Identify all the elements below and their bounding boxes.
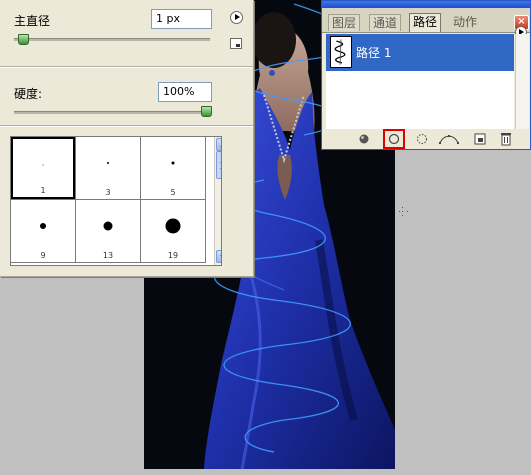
- hardness-field[interactable]: 100%: [158, 82, 212, 102]
- section-divider: [0, 66, 253, 68]
- delete-path-icon[interactable]: [498, 132, 514, 146]
- panel-menu-arrow-button[interactable]: [230, 11, 243, 24]
- scroll-up-button[interactable]: [216, 138, 221, 151]
- hardness-label: 硬度:: [14, 87, 43, 101]
- load-selection-icon[interactable]: [414, 132, 430, 146]
- master-diameter-field[interactable]: 1 px: [151, 9, 212, 29]
- path-list: 路径 1: [326, 34, 514, 129]
- new-path-icon[interactable]: [472, 132, 488, 146]
- brush-preset-3[interactable]: 3: [76, 137, 140, 199]
- diameter-slider-track[interactable]: [14, 38, 210, 41]
- brush-size-label: 5: [170, 188, 176, 197]
- master-diameter-label: 主直径: [14, 14, 51, 28]
- brush-tip-icon: [42, 164, 44, 166]
- reset-sample-size-icon[interactable]: [230, 38, 242, 49]
- palette-tab-strip: 图层 通道 路径 动作 ×: [322, 8, 530, 33]
- brush-preset-panel: 主直径 1 px 硬度: 100% 1 3 5 9 13 19: [0, 0, 254, 277]
- brush-preset-1[interactable]: 1: [11, 137, 75, 199]
- brush-tip-icon: [107, 162, 109, 164]
- paths-palette: 图层 通道 路径 动作 × 路径 1: [321, 0, 531, 150]
- brush-size-label: 1: [40, 186, 46, 195]
- section-divider: [0, 125, 253, 127]
- tab-actions[interactable]: 动作: [450, 14, 480, 31]
- fill-path-icon[interactable]: [356, 132, 372, 146]
- tab-layers[interactable]: 图层: [328, 14, 361, 31]
- brush-preset-19[interactable]: 19: [141, 200, 205, 262]
- path-list-scrollbar[interactable]: [515, 34, 529, 129]
- brush-size-label: 13: [102, 251, 114, 260]
- path-thumbnail-icon: [330, 36, 352, 68]
- preset-scrollbar[interactable]: [214, 137, 221, 265]
- brush-tip-icon: [165, 218, 181, 234]
- stroke-path-icon[interactable]: [383, 129, 405, 149]
- brush-tip-icon: [103, 221, 113, 231]
- brush-tip-icon: [40, 223, 46, 229]
- scroll-down-button[interactable]: [216, 250, 221, 263]
- path-item[interactable]: 路径 1: [326, 34, 514, 71]
- palette-titlebar[interactable]: [322, 1, 530, 8]
- scroll-thumb[interactable]: [216, 151, 221, 179]
- hardness-slider-thumb[interactable]: [201, 106, 212, 117]
- path-name: 路径 1: [356, 46, 392, 60]
- marquee-dots: [399, 207, 408, 216]
- hardness-slider-track[interactable]: [14, 111, 210, 114]
- brush-size-label: 3: [105, 188, 111, 197]
- brush-preset-5[interactable]: 5: [141, 137, 205, 199]
- diameter-slider-thumb[interactable]: [17, 34, 29, 45]
- tab-paths[interactable]: 路径: [409, 13, 442, 32]
- palette-footer: [322, 129, 530, 149]
- brush-tip-icon: [171, 161, 175, 165]
- brush-preset-9[interactable]: 9: [11, 200, 75, 262]
- brush-preset-list: 1 3 5 9 13 19: [10, 136, 222, 266]
- brush-size-label: 19: [167, 251, 179, 260]
- make-work-path-icon[interactable]: [438, 132, 460, 146]
- tab-channels[interactable]: 通道: [369, 14, 402, 31]
- brush-size-label: 9: [40, 251, 46, 260]
- brush-preset-13[interactable]: 13: [76, 200, 140, 262]
